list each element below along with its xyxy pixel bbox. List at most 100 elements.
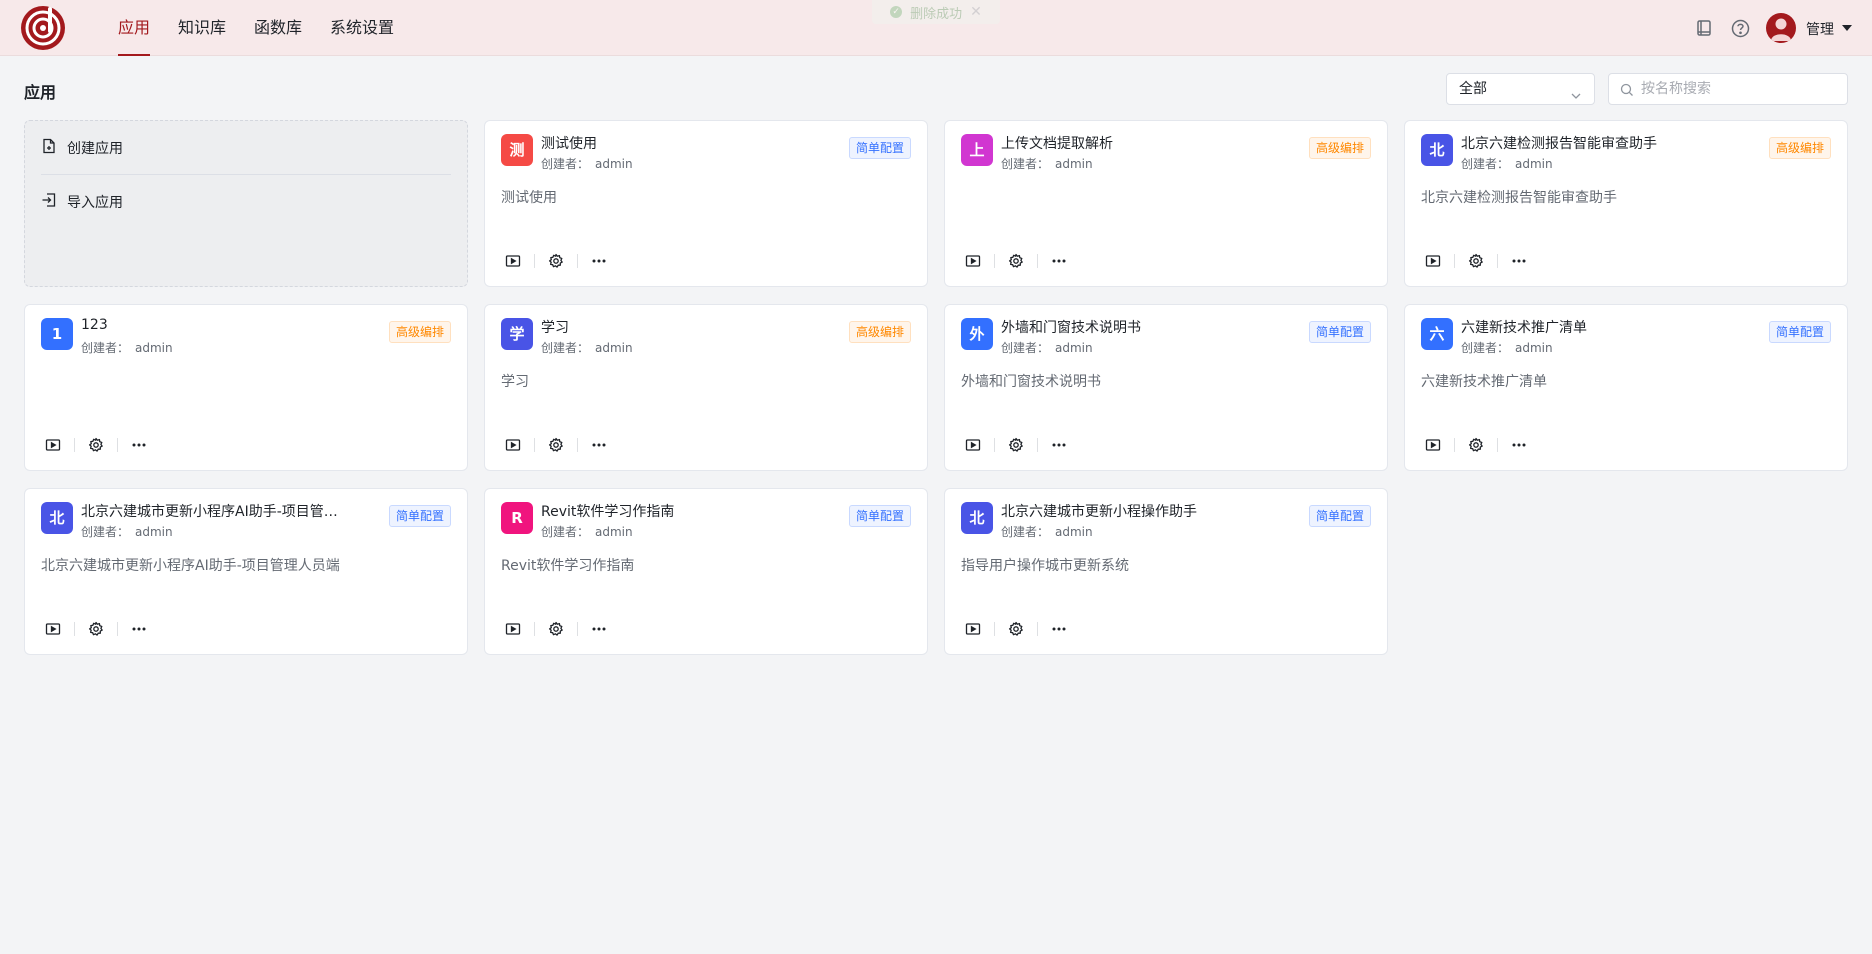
divider xyxy=(534,622,535,636)
more-icon[interactable] xyxy=(587,433,611,457)
app-description: 北京六建检测报告智能审查助手 xyxy=(1421,190,1617,206)
settings-icon[interactable] xyxy=(544,617,568,641)
user-avatar-icon[interactable] xyxy=(1766,13,1796,43)
book-icon[interactable] xyxy=(1693,17,1715,39)
app-card[interactable]: 测测试使用 创建者： admin 简单配置 测试使用 xyxy=(484,120,928,287)
app-card[interactable]: 北北京六建城市更新小程操作助手 创建者： admin 简单配置 指导用户操作城市更新系统 xyxy=(944,488,1388,655)
import-app-label: 导入应用 xyxy=(67,195,123,211)
creator-name: admin xyxy=(595,341,633,355)
card-actions xyxy=(961,249,1071,273)
settings-icon[interactable] xyxy=(84,433,108,457)
app-name: 学习 xyxy=(541,320,569,336)
more-icon[interactable] xyxy=(1047,617,1071,641)
app-creator: 创建者： admin xyxy=(1461,339,1553,356)
settings-icon[interactable] xyxy=(1464,249,1488,273)
import-app-button[interactable]: 导入应用 xyxy=(41,175,451,229)
divider xyxy=(994,622,995,636)
app-avatar: 学 xyxy=(501,318,533,350)
creator-prefix: 创建者： xyxy=(81,525,130,539)
play-icon[interactable] xyxy=(41,617,65,641)
app-card[interactable]: 六六建新技术推广清单 创建者： admin 简单配置 六建新技术推广清单 xyxy=(1404,304,1848,471)
divider xyxy=(1037,254,1038,268)
app-type-tag: 简单配置 xyxy=(1768,321,1831,343)
creator-prefix: 创建者： xyxy=(1001,157,1050,171)
file-add-icon xyxy=(41,138,57,158)
help-icon[interactable] xyxy=(1729,17,1751,39)
search-box[interactable] xyxy=(1608,73,1848,105)
user-name[interactable]: 管理 xyxy=(1806,19,1834,39)
divider xyxy=(1454,438,1455,452)
app-creator: 创建者： admin xyxy=(1001,523,1093,540)
play-icon[interactable] xyxy=(961,617,985,641)
more-icon[interactable] xyxy=(1047,433,1071,457)
settings-icon[interactable] xyxy=(1004,433,1028,457)
create-app-button[interactable]: 创建应用 xyxy=(41,121,451,175)
app-card[interactable]: 外外墙和门窗技术说明书 创建者： admin 简单配置 外墙和门窗技术说明书 xyxy=(944,304,1388,471)
app-description: 测试使用 xyxy=(501,190,557,206)
nav-item[interactable]: 知识库 xyxy=(178,0,226,56)
create-app-label: 创建应用 xyxy=(67,140,123,157)
play-icon[interactable] xyxy=(501,433,525,457)
settings-icon[interactable] xyxy=(1004,249,1028,273)
app-type-tag: 高级编排 xyxy=(1768,137,1831,159)
type-filter-select[interactable]: 全部 xyxy=(1446,73,1595,105)
creator-name: admin xyxy=(1055,341,1093,355)
nav-item[interactable]: 应用 xyxy=(118,0,151,56)
divider xyxy=(577,622,578,636)
app-card[interactable]: 上上传文档提取解析 创建者： admin 高级编排 xyxy=(944,120,1388,287)
play-icon[interactable] xyxy=(961,433,985,457)
app-avatar: R xyxy=(501,502,533,534)
more-icon[interactable] xyxy=(1507,433,1531,457)
nav-item[interactable]: 系统设置 xyxy=(330,0,394,56)
check-icon: ✓ xyxy=(890,6,903,18)
app-type-tag: 高级编排 xyxy=(1308,137,1371,159)
app-description: Revit软件学习作指南 xyxy=(501,558,635,574)
app-card[interactable]: 北北京六建检测报告智能审查助手 创建者： admin 高级编排 北京六建检测报告智能审查… xyxy=(1404,120,1848,287)
more-icon[interactable] xyxy=(127,617,151,641)
app-card[interactable]: 北北京六建城市更新小程序AI助手-项目管理人员端 创建者： admin 简单配置 北京六… xyxy=(24,488,468,655)
play-icon[interactable] xyxy=(961,249,985,273)
play-icon[interactable] xyxy=(501,617,525,641)
app-description: 北京六建城市更新小程序AI助手-项目管理人员端 xyxy=(41,558,340,574)
creator-prefix: 创建者： xyxy=(541,157,590,171)
caret-down-icon[interactable] xyxy=(1842,25,1852,31)
settings-icon[interactable] xyxy=(544,249,568,273)
more-icon[interactable] xyxy=(1047,249,1071,273)
card-actions xyxy=(1421,249,1531,273)
top-navbar: 应用 知识库 函数库 系统设置 ✓ 删除成功 ✕ 管理 xyxy=(0,0,1872,56)
play-icon[interactable] xyxy=(501,249,525,273)
logo[interactable] xyxy=(20,5,66,51)
app-description: 六建新技术推广清单 xyxy=(1421,374,1547,390)
app-type-tag: 高级编排 xyxy=(388,321,451,343)
search-input[interactable] xyxy=(1641,79,1841,99)
app-avatar: 1 xyxy=(41,318,73,350)
more-icon[interactable] xyxy=(127,433,151,457)
play-icon[interactable] xyxy=(1421,433,1445,457)
app-card[interactable]: R Revit软件学习作指南 创建者： admin 简单配置 Revit软件学习作指南 xyxy=(484,488,928,655)
page-title: 应用 xyxy=(24,83,57,102)
card-actions xyxy=(41,433,151,457)
more-icon[interactable] xyxy=(587,617,611,641)
app-card[interactable]: 1 123 创建者： admin 高级编排 xyxy=(24,304,468,471)
app-type-tag: 简单配置 xyxy=(848,505,911,527)
app-avatar: 测 xyxy=(501,134,533,166)
app-description: 学习 xyxy=(501,374,529,390)
divider xyxy=(994,438,995,452)
nav-item[interactable]: 函数库 xyxy=(254,0,302,56)
more-icon[interactable] xyxy=(1507,249,1531,273)
card-actions xyxy=(961,617,1071,641)
settings-icon[interactable] xyxy=(544,433,568,457)
more-icon[interactable] xyxy=(587,249,611,273)
app-avatar: 外 xyxy=(961,318,993,350)
create-app-card: 创建应用 导入应用 xyxy=(24,120,468,287)
settings-icon[interactable] xyxy=(84,617,108,641)
settings-icon[interactable] xyxy=(1004,617,1028,641)
app-card[interactable]: 学学习 创建者： admin 高级编排 学习 xyxy=(484,304,928,471)
app-avatar: 上 xyxy=(961,134,993,166)
toast-success: ✓ 删除成功 ✕ xyxy=(872,0,1000,24)
close-icon[interactable]: ✕ xyxy=(970,4,982,20)
creator-name: admin xyxy=(1515,157,1553,171)
play-icon[interactable] xyxy=(41,433,65,457)
settings-icon[interactable] xyxy=(1464,433,1488,457)
play-icon[interactable] xyxy=(1421,249,1445,273)
